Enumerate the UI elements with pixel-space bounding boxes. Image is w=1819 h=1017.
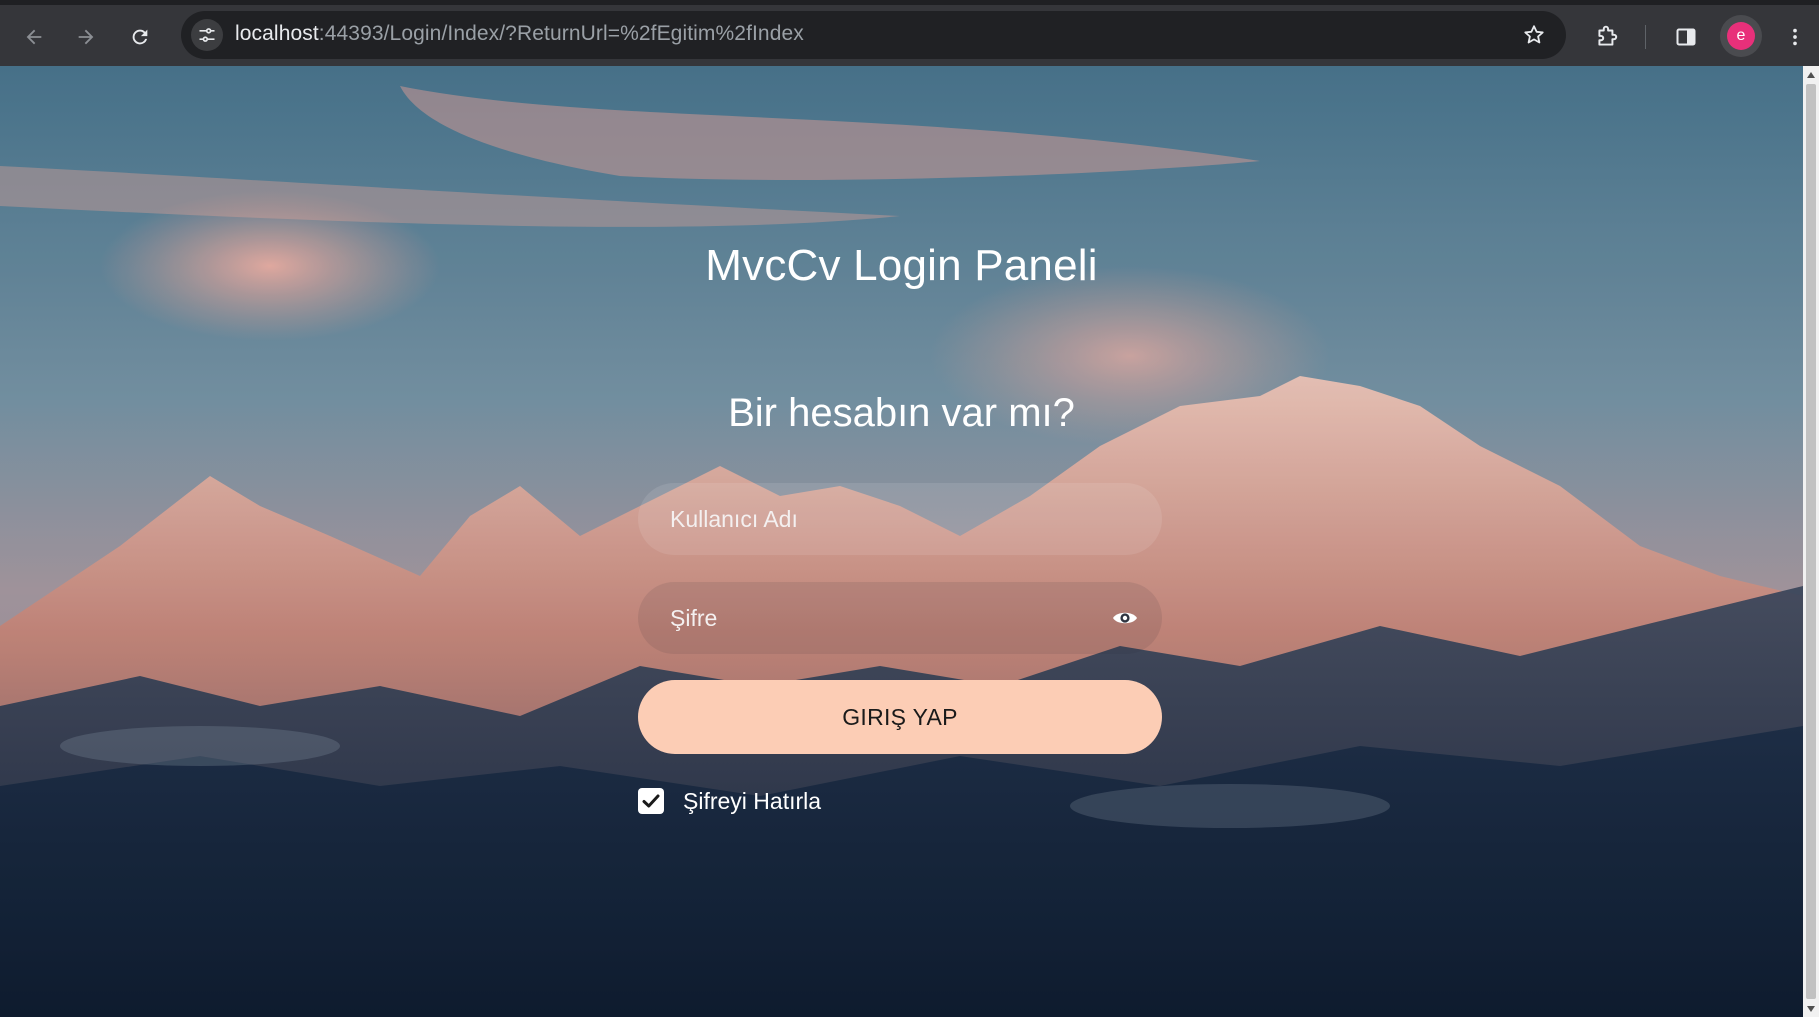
puzzle-icon (1598, 25, 1618, 46)
side-panel-icon (1676, 28, 1696, 46)
password-input[interactable] (638, 582, 1162, 654)
show-password-toggle[interactable] (1112, 607, 1138, 629)
login-panel: MvcCv Login Paneli Bir hesabın var mı? G… (0, 66, 1803, 1017)
tune-icon (199, 28, 215, 42)
address-bar[interactable]: localhost:44393/Login/Index/?ReturnUrl=%… (181, 11, 1566, 59)
bookmark-button[interactable] (1520, 21, 1548, 49)
extensions-button[interactable] (1589, 19, 1625, 55)
url-path: :44393/Login/Index/?ReturnUrl=%2fEgitim%… (318, 22, 804, 45)
toolbar-divider (1645, 25, 1646, 49)
profile-button[interactable]: e (1720, 15, 1762, 57)
forward-button[interactable] (68, 19, 104, 55)
remember-me-label: Şifreyi Hatırla (683, 787, 822, 814)
login-submit-button[interactable]: GIRIŞ YAP (638, 680, 1162, 754)
username-input[interactable] (638, 483, 1162, 555)
page-scrollbar[interactable] (1803, 66, 1819, 1017)
back-button[interactable] (16, 19, 52, 55)
chrome-menu-button[interactable] (1777, 19, 1813, 55)
scrollbar-thumb[interactable] (1806, 84, 1816, 999)
remember-me-checkbox[interactable] (638, 788, 664, 814)
url-host: localhost (235, 22, 319, 45)
page-title: MvcCv Login Paneli (705, 241, 1098, 290)
scroll-up-button[interactable] (1803, 66, 1819, 83)
url-text[interactable]: localhost:44393/Login/Index/?ReturnUrl=%… (235, 22, 804, 46)
login-subtitle: Bir hesabın var mı? (728, 391, 1075, 435)
triangle-down-icon (1807, 1005, 1815, 1012)
page-viewport: MvcCv Login Paneli Bir hesabın var mı? G… (0, 66, 1803, 1017)
browser-toolbar: localhost:44393/Login/Index/?ReturnUrl=%… (0, 0, 1819, 66)
side-panel-button[interactable] (1668, 19, 1704, 55)
kebab-menu-icon (1793, 28, 1797, 46)
remember-me-row[interactable]: Şifreyi Hatırla (638, 786, 821, 816)
triangle-up-icon (1807, 71, 1815, 78)
reload-button[interactable] (122, 19, 158, 55)
eye-icon (1113, 612, 1137, 624)
star-icon (1524, 25, 1544, 44)
avatar: e (1727, 22, 1755, 50)
scroll-down-button[interactable] (1803, 1000, 1819, 1017)
arrow-left-icon (26, 29, 42, 45)
arrow-right-icon (78, 29, 94, 45)
site-info-button[interactable] (191, 19, 223, 51)
reload-icon (132, 29, 148, 45)
checkmark-icon (642, 794, 660, 808)
